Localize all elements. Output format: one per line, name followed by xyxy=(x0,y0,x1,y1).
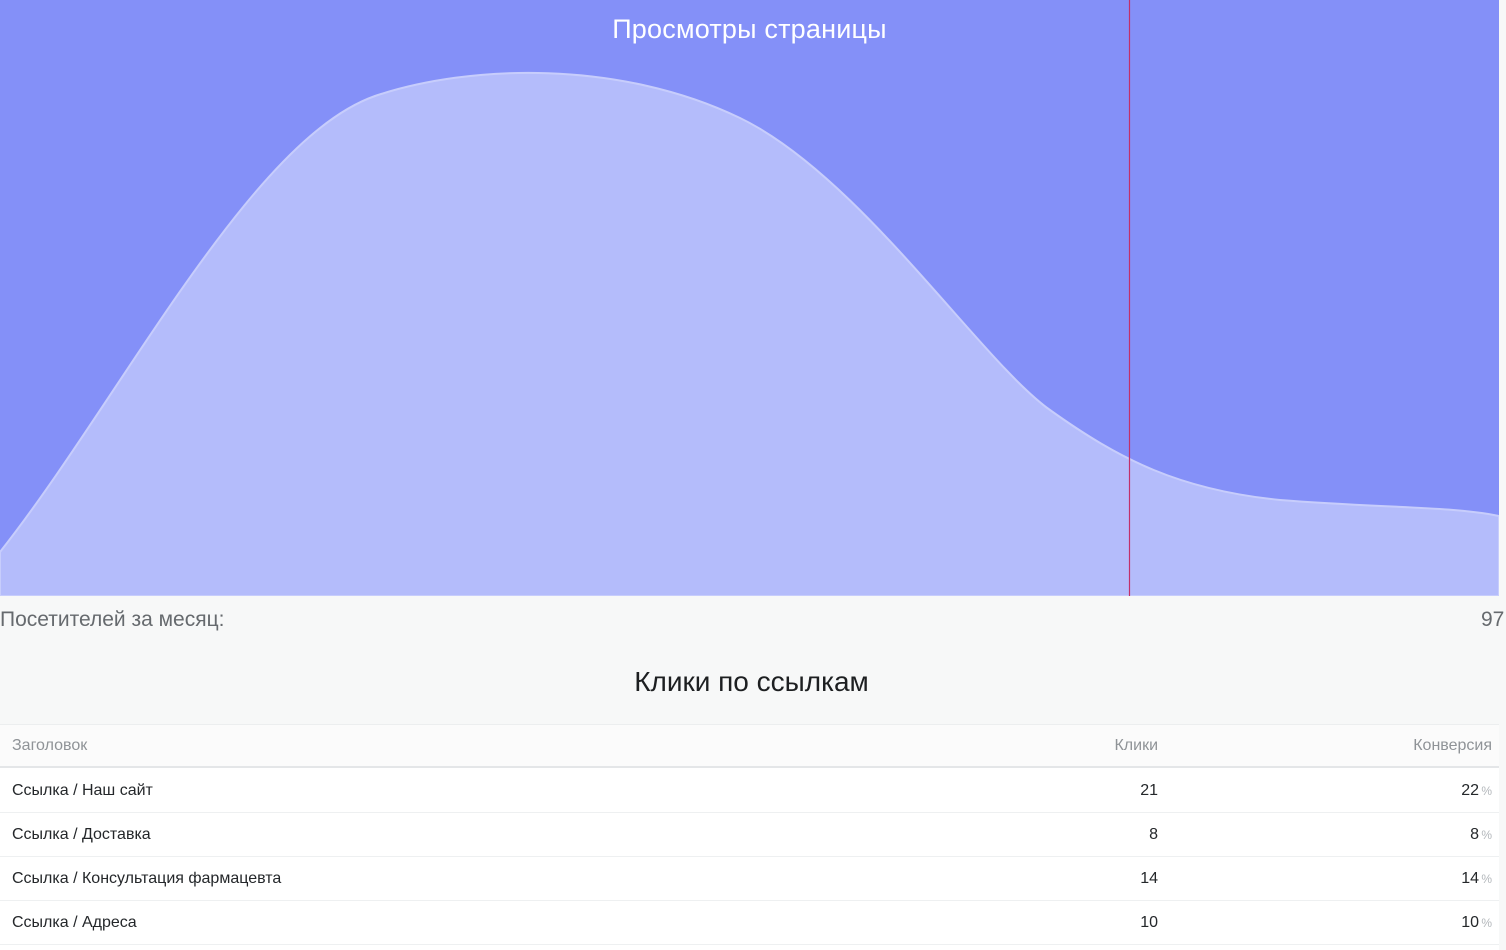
table-header: Заголовок Клики Конверсия xyxy=(0,724,1499,768)
link-clicks-title: Клики по ссылкам xyxy=(634,666,869,697)
percent-sign: % xyxy=(1481,872,1492,886)
monthly-visitors: Посетителей за месяц: 97 xyxy=(0,596,1506,648)
column-header-title[interactable]: Заголовок xyxy=(12,737,87,755)
link-clicks: 21 xyxy=(1140,782,1158,799)
link-conversion: 22 xyxy=(1461,782,1479,799)
link-clicks: 14 xyxy=(1140,870,1158,887)
link-conversion: 8 xyxy=(1470,826,1479,843)
link-title: Ссылка / Консультация фармацевта xyxy=(12,870,282,887)
percent-sign: % xyxy=(1481,784,1492,798)
link-clicks: 8 xyxy=(1149,826,1158,843)
monthly-visitors-label: Посетителей за месяц: xyxy=(0,608,225,631)
table-row[interactable]: Ссылка / Адреса 10 10 % xyxy=(0,901,1499,945)
table-row[interactable]: Ссылка / Консультация фармацевта 14 14 % xyxy=(0,857,1499,901)
page-views-area xyxy=(0,71,1499,596)
link-title: Ссылка / Наш сайт xyxy=(12,782,153,799)
table-row[interactable]: Ссылка / Наш сайт 21 22 % xyxy=(0,769,1499,813)
percent-sign: % xyxy=(1481,916,1492,930)
link-clicks-table: Заголовок Клики Конверсия Ссылка / Наш с… xyxy=(0,724,1499,950)
page-views-chart[interactable]: Просмотры страницы xyxy=(0,0,1499,596)
link-title: Ссылка / Адреса xyxy=(12,914,137,931)
monthly-visitors-value: 97 xyxy=(1481,608,1505,631)
page-views-title: Просмотры страницы xyxy=(612,14,887,44)
link-conversion: 14 xyxy=(1461,870,1479,887)
column-header-clicks[interactable]: Клики xyxy=(1114,737,1158,755)
page-views-area-chart xyxy=(0,0,1499,596)
column-header-conversion[interactable]: Конверсия xyxy=(1413,737,1492,755)
link-title: Ссылка / Доставка xyxy=(12,826,151,843)
link-clicks: 10 xyxy=(1140,914,1158,931)
percent-sign: % xyxy=(1481,828,1492,842)
link-conversion: 10 xyxy=(1461,914,1479,931)
table-row[interactable]: Ссылка / Доставка 8 8 % xyxy=(0,813,1499,857)
